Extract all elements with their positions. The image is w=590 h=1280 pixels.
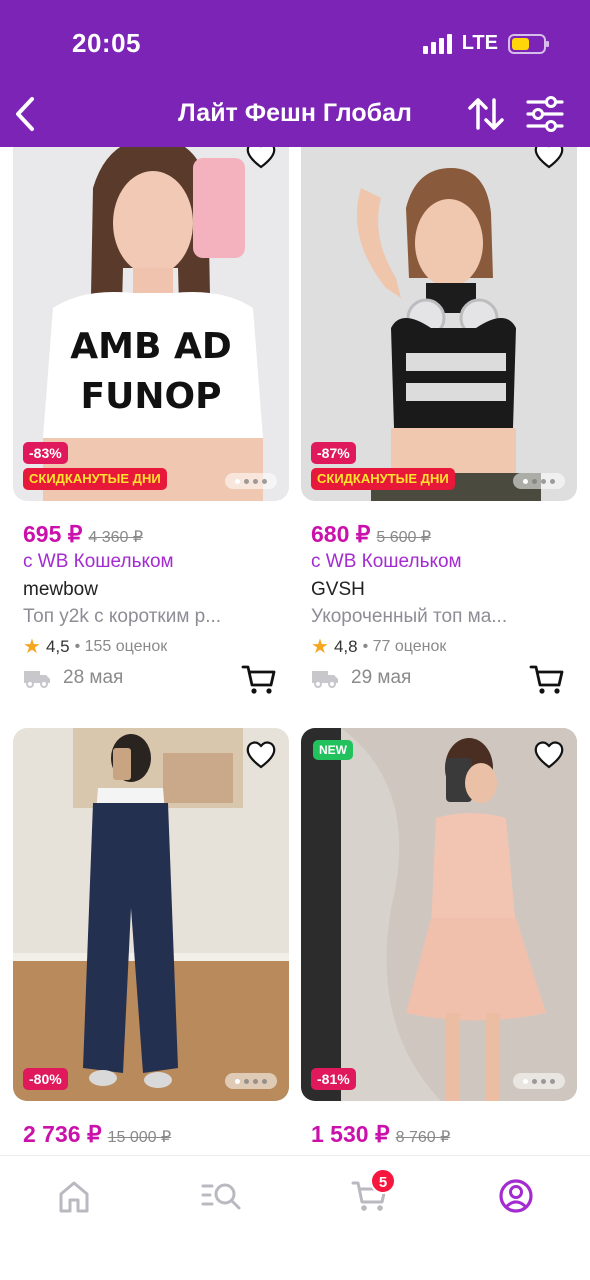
status-indicators: LTE (422, 32, 549, 55)
image-pager (225, 473, 277, 489)
rating: ★ 4,8 • 77 оценок (311, 634, 446, 659)
product-card[interactable]: NEW -81% 1 530 ₽ 8 760 ₽ (301, 728, 577, 1147)
image-pager (513, 1073, 565, 1089)
brand-name: GVSH (311, 579, 365, 600)
brand-name: mewbow (23, 579, 98, 600)
product-card[interactable]: -80% 2 736 ₽ 15 000 ₽ (13, 728, 289, 1147)
wallet-label: с WB Кошельком (311, 551, 462, 572)
price: 2 736 ₽ (23, 1121, 102, 1147)
sliders-icon (526, 96, 564, 132)
sort-button[interactable] (466, 94, 506, 134)
truck-icon (24, 671, 50, 688)
promo-badge: СКИДКАНУТЫЕ ДНИ (311, 468, 455, 490)
image-pager (513, 473, 565, 489)
rating-score: 4,8 (333, 636, 358, 656)
catalog-search-icon (201, 1183, 241, 1210)
filter-button[interactable] (524, 94, 566, 134)
rating-score: 4,5 (45, 636, 70, 656)
discount-badge: -81% (311, 1068, 356, 1090)
star-icon: ★ (311, 636, 329, 658)
delivery-info: 28 мая (23, 667, 123, 689)
price: 1 530 ₽ (311, 1121, 390, 1147)
old-price: 15 000 ₽ (107, 1129, 172, 1146)
network-label: LTE (461, 32, 498, 54)
nav-home[interactable] (54, 1178, 94, 1214)
price-row: 680 ₽ 5 600 ₽ (311, 521, 431, 548)
old-price: 4 360 ₽ (88, 529, 144, 546)
top-bar: 20:05 LTE Лайт Фешн Глобал (0, 0, 590, 147)
cart-count-badge: 5 (370, 1168, 396, 1194)
product-card[interactable]: AMB AD FUNOP -83% СКИДКАНУТЫЕ ДНИ 695 ₽ … (13, 128, 289, 694)
status-time: 20:05 (72, 28, 141, 58)
nav-catalog[interactable] (200, 1178, 244, 1214)
app-screen: 20:05 LTE Лайт Фешн Глобал AMB AD FUNOP … (0, 0, 590, 1280)
heart-icon (534, 741, 564, 769)
truck-icon (312, 671, 338, 688)
delivery-date: 28 мая (63, 667, 124, 688)
price: 680 ₽ (311, 521, 371, 547)
delivery-date: 29 мая (351, 667, 412, 688)
wallet-label: с WB Кошельком (23, 551, 174, 572)
add-to-cart-button[interactable] (241, 664, 277, 696)
product-photo (13, 728, 289, 1101)
product-photo (301, 728, 577, 1101)
product-image[interactable]: NEW -81% (301, 728, 577, 1101)
cart-icon (241, 665, 276, 694)
sort-arrows-icon (468, 98, 504, 130)
review-count: • 77 оценок (362, 637, 447, 655)
svg-text:AMB AD: AMB AD (70, 326, 231, 367)
profile-icon (499, 1179, 533, 1213)
favorite-button[interactable] (533, 740, 565, 770)
review-count: • 155 оценок (74, 637, 168, 655)
product-image[interactable]: AMB AD FUNOP -83% СКИДКАНУТЫЕ ДНИ (13, 128, 289, 501)
star-icon: ★ (23, 636, 41, 658)
cart-icon (529, 665, 564, 694)
product-image[interactable]: -87% СКИДКАНУТЫЕ ДНИ (301, 128, 577, 501)
home-icon (59, 1181, 89, 1213)
heart-icon (246, 741, 276, 769)
discount-badge: -83% (23, 442, 68, 464)
price-row: 695 ₽ 4 360 ₽ (23, 521, 143, 548)
price: 695 ₽ (23, 521, 83, 547)
nav-profile[interactable] (496, 1178, 536, 1214)
delivery-info: 29 мая (311, 667, 411, 689)
product-card[interactable]: -87% СКИДКАНУТЫЕ ДНИ 680 ₽ 5 600 ₽ с WB … (301, 128, 577, 694)
product-image[interactable]: -80% (13, 728, 289, 1101)
battery-icon (508, 33, 549, 54)
favorite-button[interactable] (245, 740, 277, 770)
old-price: 5 600 ₽ (376, 529, 432, 546)
old-price: 8 760 ₽ (395, 1129, 451, 1146)
price-row: 2 736 ₽ 15 000 ₽ (23, 1121, 171, 1148)
discount-badge: -87% (311, 442, 356, 464)
discount-badge: -80% (23, 1068, 68, 1090)
promo-badge: СКИДКАНУТЫЕ ДНИ (23, 468, 167, 490)
new-badge: NEW (313, 740, 353, 760)
product-name: Топ y2k с коротким р... (23, 606, 222, 627)
add-to-cart-button[interactable] (529, 664, 565, 696)
bottom-nav: 5 (0, 1155, 590, 1280)
signal-icon (422, 33, 452, 54)
product-name: Укороченный топ ма... (311, 606, 508, 627)
image-pager (225, 1073, 277, 1089)
rating: ★ 4,5 • 155 оценок (23, 634, 167, 659)
svg-text:FUNOP: FUNOP (81, 376, 222, 417)
price-row: 1 530 ₽ 8 760 ₽ (311, 1121, 450, 1148)
